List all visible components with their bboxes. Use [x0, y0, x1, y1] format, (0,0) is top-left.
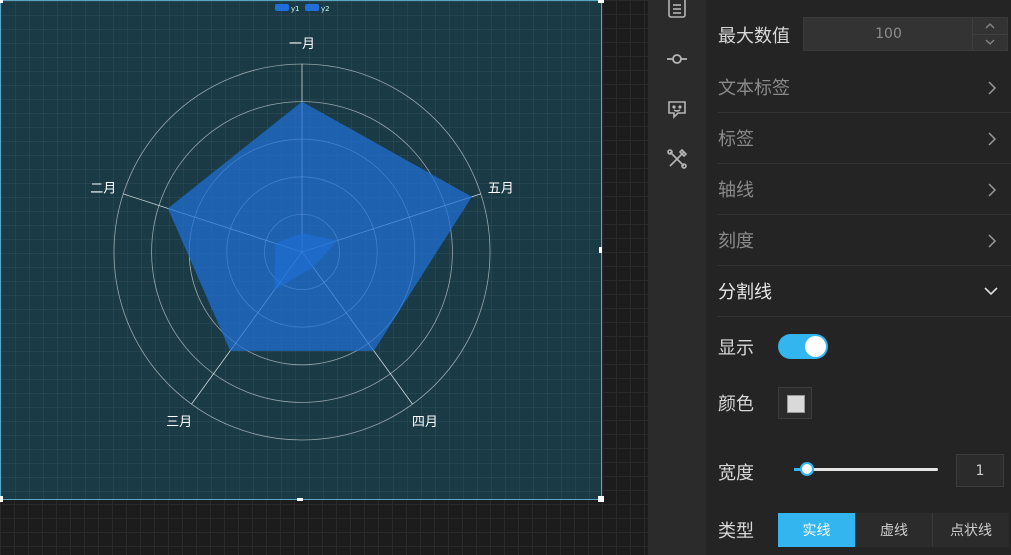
radar-chart: 一月五月四月 三月 二月 y1 y2 [90, 4, 514, 441]
type-option-solid[interactable]: 实线 [778, 513, 855, 547]
legend-swatch [305, 4, 319, 11]
increment-button[interactable] [972, 18, 1007, 35]
color-picker[interactable] [778, 387, 812, 419]
slider-thumb[interactable] [800, 462, 814, 476]
resize-handle-bottom-right[interactable] [598, 496, 604, 502]
decrement-button[interactable] [972, 34, 1007, 50]
chevron-up-icon [985, 23, 995, 29]
legend-swatch [275, 4, 289, 11]
chevron-right-icon [988, 81, 997, 95]
series-area-y1 [167, 101, 472, 351]
width-label: 宽度 [718, 463, 754, 484]
show-label: 显示 [718, 338, 754, 359]
indicator-label: 一月 [289, 37, 315, 52]
max-value-text: 100 [875, 26, 902, 42]
chevron-down-icon [985, 39, 995, 45]
chevron-right-icon [988, 132, 997, 146]
chevron-right-icon [988, 183, 997, 197]
width-input[interactable]: 1 [956, 454, 1004, 487]
section-tick[interactable]: 刻度 [718, 215, 1011, 266]
list-icon[interactable] [666, 0, 688, 22]
indicator-label: 五月 [488, 181, 514, 196]
chevron-down-icon [984, 287, 998, 296]
max-value-label: 最大数值 [718, 26, 790, 47]
color-swatch [787, 395, 805, 413]
section-text-label[interactable]: 文本标签 [718, 62, 1011, 113]
icon-toolbar [648, 0, 706, 555]
section-label: 轴线 [718, 180, 754, 201]
editor-canvas: 一月五月四月 三月 二月 y1 y2 [0, 0, 648, 555]
show-toggle[interactable] [778, 334, 828, 359]
chat-icon[interactable] [666, 98, 688, 120]
slider-track [794, 468, 938, 471]
legend-label: y2 [321, 5, 330, 13]
section-label: 标签 [718, 129, 754, 150]
resize-handle-top-left[interactable] [0, 0, 3, 3]
type-label: 类型 [718, 521, 754, 542]
width-slider[interactable] [794, 459, 938, 479]
section-label-settings[interactable]: 标签 [718, 113, 1011, 164]
settings-panel: 最大数值 100 文本标签 标签 轴线 刻度 分割线 显示 颜色 宽度 1 类型… [706, 0, 1011, 555]
toggle-knob [805, 336, 826, 357]
resize-handle-right[interactable] [599, 247, 602, 253]
section-label: 刻度 [718, 231, 754, 252]
commit-icon[interactable] [666, 48, 688, 70]
type-option-dashed[interactable]: 虚线 [855, 513, 932, 547]
resize-handle-bottom-left[interactable] [0, 496, 3, 502]
max-value-input[interactable]: 100 [803, 17, 1008, 51]
section-label: 文本标签 [718, 78, 790, 99]
chevron-right-icon [988, 234, 997, 248]
section-label: 分割线 [718, 282, 772, 303]
radar-chart-component[interactable]: 一月五月四月 三月 二月 y1 y2 [0, 0, 602, 500]
section-axis-line[interactable]: 轴线 [718, 164, 1011, 215]
section-split-line[interactable]: 分割线 [718, 266, 1011, 317]
color-label: 颜色 [718, 394, 754, 415]
indicator-label: 二月 [90, 181, 116, 196]
line-type-selector: 实线 虚线 点状线 [778, 513, 1009, 547]
resize-handle-bottom[interactable] [297, 498, 303, 501]
legend-label: y1 [291, 5, 300, 13]
type-option-dotted[interactable]: 点状线 [932, 513, 1009, 547]
indicator-label: 三月 [166, 415, 192, 430]
resize-handle-top-right[interactable] [598, 0, 604, 3]
indicator-label: 四月 [412, 415, 438, 430]
tools-icon[interactable] [666, 148, 688, 170]
